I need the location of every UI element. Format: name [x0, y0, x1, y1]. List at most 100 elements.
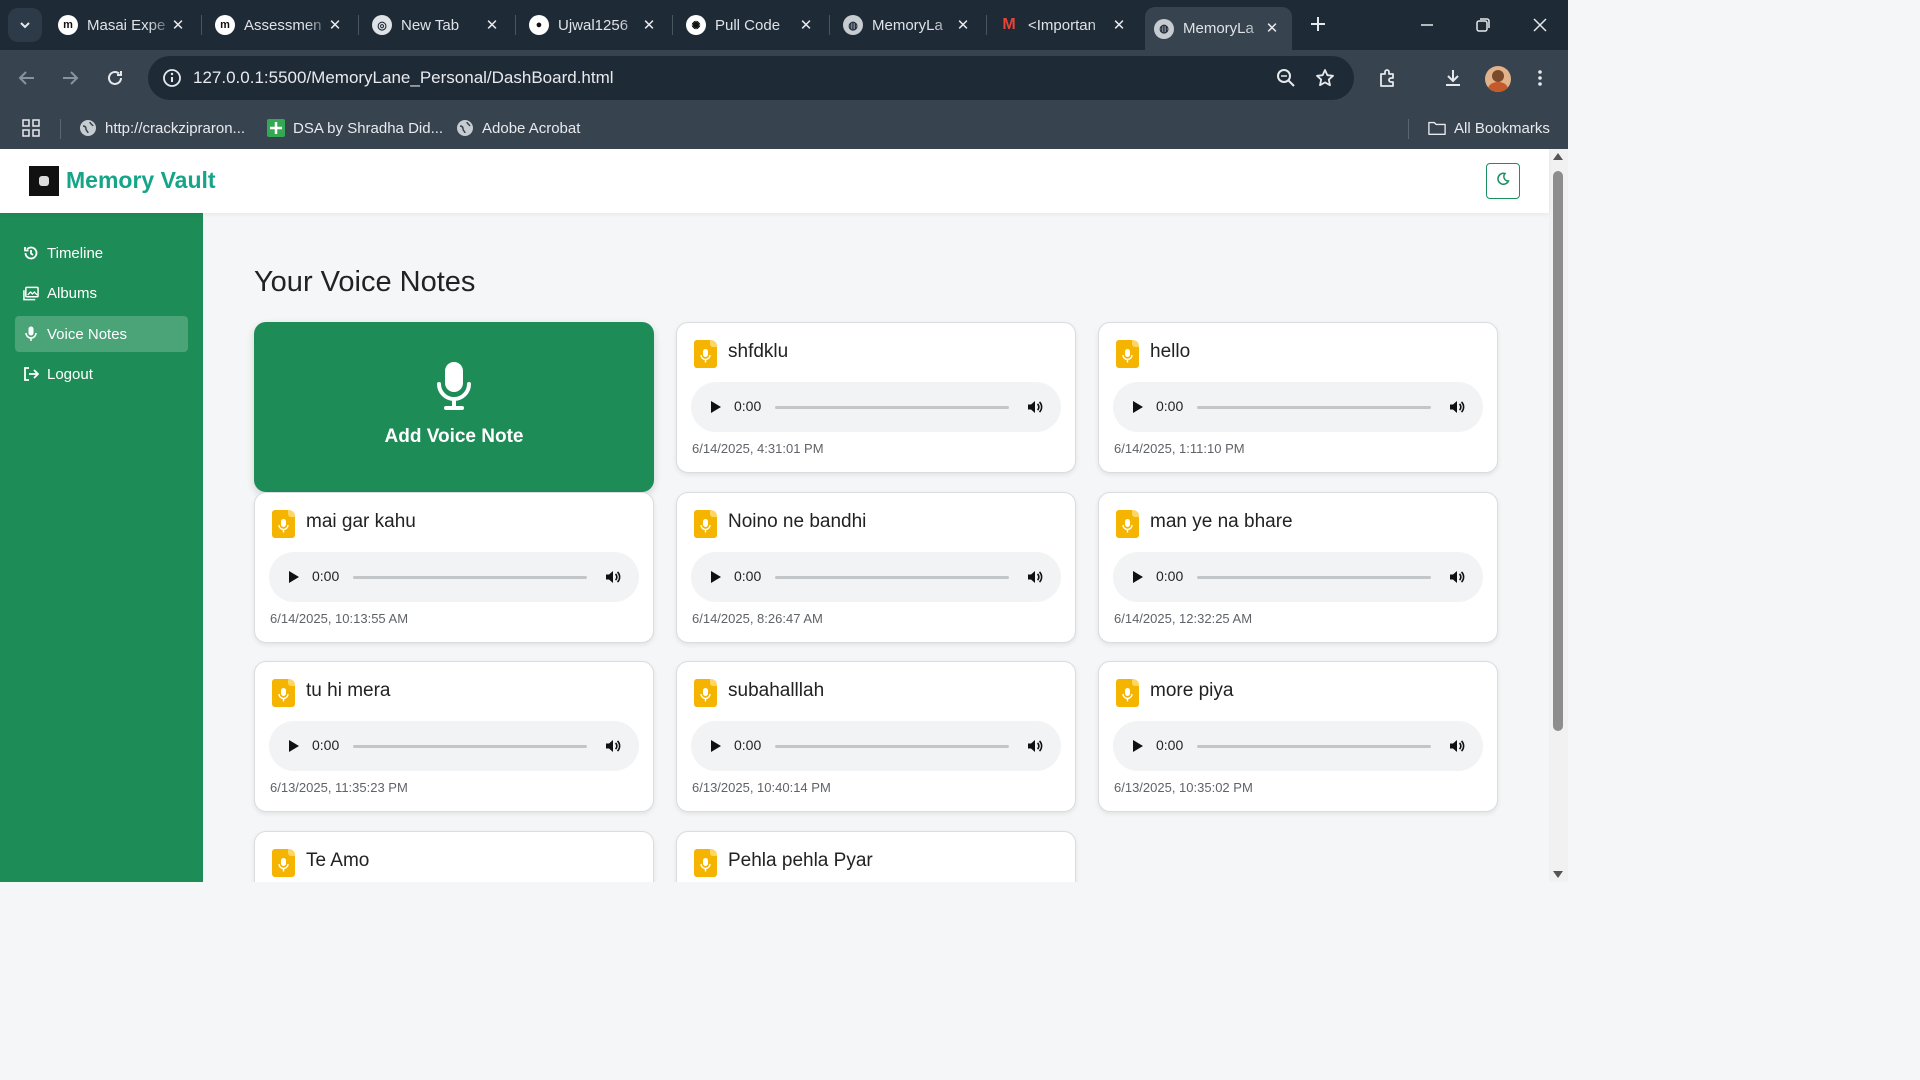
back-arrow-icon[interactable] [11, 62, 43, 94]
audio-player[interactable]: 0:00 [691, 721, 1061, 771]
close-icon[interactable]: ✕ [168, 15, 188, 35]
chrome-icon: ◎ [372, 15, 392, 35]
play-icon[interactable] [707, 398, 725, 416]
zoom-icon[interactable] [1274, 66, 1298, 90]
audio-player[interactable]: 0:00 [269, 552, 639, 602]
profile-avatar[interactable] [1485, 66, 1511, 92]
page-scrollbar[interactable] [1549, 149, 1568, 882]
volume-icon[interactable] [603, 567, 623, 587]
play-icon[interactable] [707, 568, 725, 586]
audio-player[interactable]: 0:00 [269, 721, 639, 771]
close-icon[interactable]: ✕ [325, 15, 345, 35]
audio-player[interactable]: 0:00 [691, 552, 1061, 602]
sidebar-item-logout[interactable]: Logout [15, 356, 188, 392]
apps-grid-icon[interactable] [22, 114, 40, 142]
audio-player[interactable]: 0:00 [1113, 721, 1483, 771]
volume-icon[interactable] [1025, 397, 1045, 417]
audio-file-icon [272, 849, 295, 877]
folder-icon [1428, 119, 1446, 137]
close-icon[interactable]: ✕ [1109, 15, 1129, 35]
sidebar-item-timeline[interactable]: Timeline [15, 235, 188, 271]
play-icon[interactable] [1129, 398, 1147, 416]
all-bookmarks[interactable]: All Bookmarks [1428, 114, 1550, 142]
browser-tab[interactable]: ● Ujwal1256 ✕ [529, 7, 659, 43]
voice-note-card: subahalllah 0:00 6/13/2025, 10:40:14 PM [676, 661, 1076, 812]
volume-icon[interactable] [1447, 567, 1467, 587]
close-icon[interactable]: ✕ [639, 15, 659, 35]
tab-search-chevron-icon[interactable] [8, 8, 42, 42]
play-icon[interactable] [285, 737, 303, 755]
new-tab-plus-icon[interactable] [1304, 10, 1332, 38]
volume-icon[interactable] [1025, 736, 1045, 756]
sidebar-item-albums[interactable]: Albums [15, 275, 188, 311]
browser-tab-active[interactable]: ◍ MemoryLa ✕ [1145, 7, 1292, 50]
voice-note-card: shfdklu 0:00 6/14/2025, 4:31:01 PM [676, 322, 1076, 473]
window-close-icon[interactable] [1525, 10, 1555, 40]
bookmark-item[interactable]: http://crackzipraron... [79, 114, 245, 142]
browser-tab[interactable]: ◍ MemoryLa ✕ [843, 7, 973, 43]
download-icon[interactable] [1437, 62, 1469, 94]
bookmark-item[interactable]: Adobe Acrobat [456, 114, 580, 142]
audio-player[interactable]: 0:00 [1113, 382, 1483, 432]
theme-toggle-button[interactable] [1486, 163, 1520, 199]
kebab-menu-icon[interactable] [1524, 62, 1556, 94]
audio-progress-track[interactable] [775, 576, 1009, 579]
close-icon[interactable]: ✕ [953, 15, 973, 35]
audio-progress-track[interactable] [1197, 576, 1431, 579]
bookmark-item[interactable]: DSA by Shradha Did... [267, 114, 443, 142]
close-icon[interactable]: ✕ [1262, 18, 1282, 38]
play-icon[interactable] [1129, 568, 1147, 586]
volume-icon[interactable] [1447, 397, 1467, 417]
bookmark-star-icon[interactable] [1313, 66, 1337, 90]
scrollbar-thumb[interactable] [1553, 171, 1563, 731]
browser-tab[interactable]: m Masai Expe ✕ [58, 7, 188, 43]
tab-title: MemoryLa [872, 16, 943, 34]
forward-arrow-icon[interactable] [54, 62, 86, 94]
reload-icon[interactable] [99, 62, 131, 94]
gmail-icon: M [999, 15, 1019, 35]
volume-icon[interactable] [1447, 736, 1467, 756]
audio-file-icon [694, 510, 717, 538]
audio-progress-track[interactable] [775, 406, 1009, 409]
restore-icon[interactable] [1468, 10, 1498, 40]
play-icon[interactable] [707, 737, 725, 755]
audio-player[interactable]: 0:00 [691, 382, 1061, 432]
audio-progress-track[interactable] [1197, 745, 1431, 748]
voice-note-card: more piya 0:00 6/13/2025, 10:35:02 PM [1098, 661, 1498, 812]
volume-icon[interactable] [1025, 567, 1045, 587]
audio-time: 0:00 [312, 568, 340, 584]
masai-icon: m [215, 15, 235, 35]
audio-progress-track[interactable] [775, 745, 1009, 748]
url-text[interactable]: 127.0.0.1:5500/MemoryLane_Personal/DashB… [193, 68, 614, 88]
sidebar: Timeline Albums Voice Notes Logout [0, 213, 203, 882]
audio-progress-track[interactable] [1197, 406, 1431, 409]
masai-icon: m [58, 15, 78, 35]
voice-note-title: Te Amo [306, 850, 370, 871]
site-info-icon[interactable] [156, 62, 188, 94]
voice-note-card: mai gar kahu 0:00 6/14/2025, 10:13:55 AM [254, 492, 654, 643]
address-bar[interactable]: 127.0.0.1:5500/MemoryLane_Personal/DashB… [148, 56, 1354, 100]
scroll-down-arrow-icon[interactable] [1553, 871, 1563, 878]
browser-tab[interactable]: m Assessmen ✕ [215, 7, 345, 43]
audio-player[interactable]: 0:00 [1113, 552, 1483, 602]
sidebar-item-voice-notes[interactable]: Voice Notes [15, 316, 188, 352]
volume-icon[interactable] [603, 736, 623, 756]
play-icon[interactable] [1129, 737, 1147, 755]
play-icon[interactable] [285, 568, 303, 586]
add-voice-note-button[interactable]: Add Voice Note [254, 322, 654, 492]
voice-note-date: 6/14/2025, 1:11:10 PM [1114, 441, 1245, 456]
browser-tab[interactable]: ◎ New Tab ✕ [372, 7, 502, 43]
extensions-icon[interactable] [1372, 62, 1404, 94]
audio-progress-track[interactable] [353, 576, 587, 579]
browser-tab[interactable]: ✺ Pull Code ✕ [686, 7, 816, 43]
minimize-icon[interactable] [1412, 10, 1442, 40]
close-icon[interactable]: ✕ [796, 15, 816, 35]
app-logo [29, 166, 59, 196]
audio-file-icon [1116, 510, 1139, 538]
browser-tab[interactable]: M <Importan ✕ [999, 7, 1129, 43]
scroll-up-arrow-icon[interactable] [1553, 153, 1563, 160]
close-icon[interactable]: ✕ [482, 15, 502, 35]
audio-progress-track[interactable] [353, 745, 587, 748]
voice-note-date: 6/14/2025, 12:32:25 AM [1114, 611, 1253, 626]
plus-box-icon [267, 119, 285, 137]
